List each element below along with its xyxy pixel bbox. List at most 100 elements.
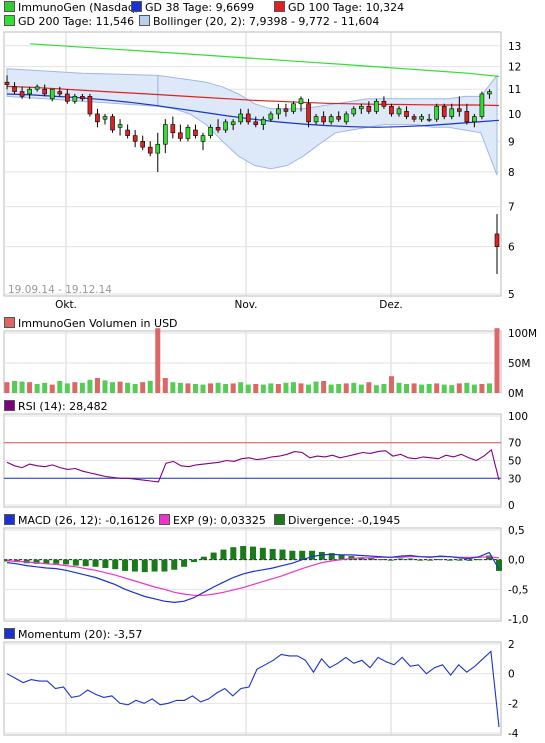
x-axis-label: Dez. [379,299,402,311]
main-y-tick-label: 9 [508,136,515,148]
volume-bar [298,383,304,393]
volume-y-tick-label: 50M [508,358,530,370]
candle-up [208,126,213,136]
divergence-bar [210,552,217,560]
candle-up [449,108,455,117]
volume-bar [177,382,183,393]
volume-bar [87,379,93,393]
candle-up [419,116,424,120]
volume-bar [404,384,410,393]
divergence-bar [112,559,119,570]
candle-down [87,96,93,115]
legend-gd38-label: GD 38 Tage: 9,6699 [145,1,255,14]
candle-down [389,105,394,115]
legend-momentum-swatch [4,628,15,639]
volume-bar [42,382,48,393]
divergence-bar [171,559,178,570]
legend-gd200-swatch [4,15,15,26]
volume-bar [208,383,214,393]
candle-up [223,121,228,131]
candle-up [434,105,439,120]
candle-down [170,124,176,134]
candle-down [336,116,341,120]
legend-macd-label: MACD (26, 12): -0,16126 [18,514,155,527]
legend-exp-label: EXP (9): 0,03325 [173,514,266,527]
rsi-y-tick-label: 100 [508,411,528,423]
legend-exp-swatch [159,514,170,525]
divergence-bar [122,559,129,571]
candle-down [215,126,221,131]
candle-down [12,86,17,92]
legend-rsi-label: RSI (14): 28,482 [18,400,108,413]
divergence-bar [63,559,70,565]
divergence-bar [92,559,99,567]
volume-bar [110,382,116,393]
volume-bar [49,384,55,393]
volume-bar [72,382,78,393]
candle-up [34,86,40,90]
legend-momentum: Momentum (20): -3,57 [4,628,142,641]
candle-down [178,132,183,139]
candle-up [298,98,304,105]
candle-down [457,108,462,112]
volume-bar [94,378,100,393]
volume-bar [449,385,455,393]
volume-bar [155,328,161,393]
candle-up [185,126,191,139]
volume-y-tick-label: 100M [508,328,537,340]
volume-bar [351,382,357,393]
volume-bar [358,384,364,393]
macd-y-tick-label: -0,5 [508,584,529,596]
volume-bar [275,384,281,393]
volume-bar [253,384,259,393]
candle-up [487,91,492,95]
candle-up [374,100,379,112]
candle-up [163,124,168,145]
volume-bar [336,384,342,393]
divergence-bar [82,559,89,567]
volume-bar [200,384,206,393]
divergence-bar [72,559,79,566]
legend-stock-label: ImmunoGen (Nasdaq) [18,1,140,14]
legend-divergence-label: Divergence: -0,1945 [288,514,401,527]
legend-macd-swatch [4,514,15,525]
legend-gd100: GD 100 Tage: 10,324 [274,1,404,14]
divergence-bar [161,559,168,572]
candle-down [411,116,417,120]
divergence-bar [466,559,473,561]
candle-up [268,113,274,120]
volume-bar [102,380,108,393]
candle-up [328,116,334,123]
volume-bar [321,381,327,393]
candle-up [472,116,477,123]
momentum-y-tick-label: -4 [508,728,519,740]
legend-bollinger-label: Bollinger (20, 2): 7,9398 - 9,772 - 11,6… [153,15,380,28]
legend-volume-label: ImmunoGen Volumen in USD [18,317,178,330]
candle-up [351,108,357,115]
volume-bar [471,384,477,393]
x-axis-label: Nov. [234,299,257,311]
legend-divergence-swatch [274,514,285,525]
divergence-bar [102,559,109,568]
candle-up [359,105,364,110]
divergence-bar [279,549,286,560]
panel-frame-vol [3,330,502,394]
main-y-tick-label: 11 [508,84,521,96]
volume-bar [140,382,146,393]
divergence-bar [299,550,306,560]
volume-bar [260,384,266,393]
volume-bar [185,383,191,393]
candle-down [464,111,470,123]
divergence-bar [53,559,60,564]
legend-rsi: RSI (14): 28,482 [4,400,108,413]
candle-up [27,88,32,95]
divergence-bar [387,559,394,561]
volume-bar [396,382,402,393]
divergence-bar [151,559,158,572]
candle-up [102,116,108,120]
candle-up [313,116,319,123]
volume-bar [366,382,372,393]
candle-up [200,135,206,142]
chart-root: 13 12 11 10 9 8 7 6 5 Okt. Nov. Dez. 100M 50M 0M 100 70 5… [0,0,545,743]
divergence-bar [436,559,443,561]
